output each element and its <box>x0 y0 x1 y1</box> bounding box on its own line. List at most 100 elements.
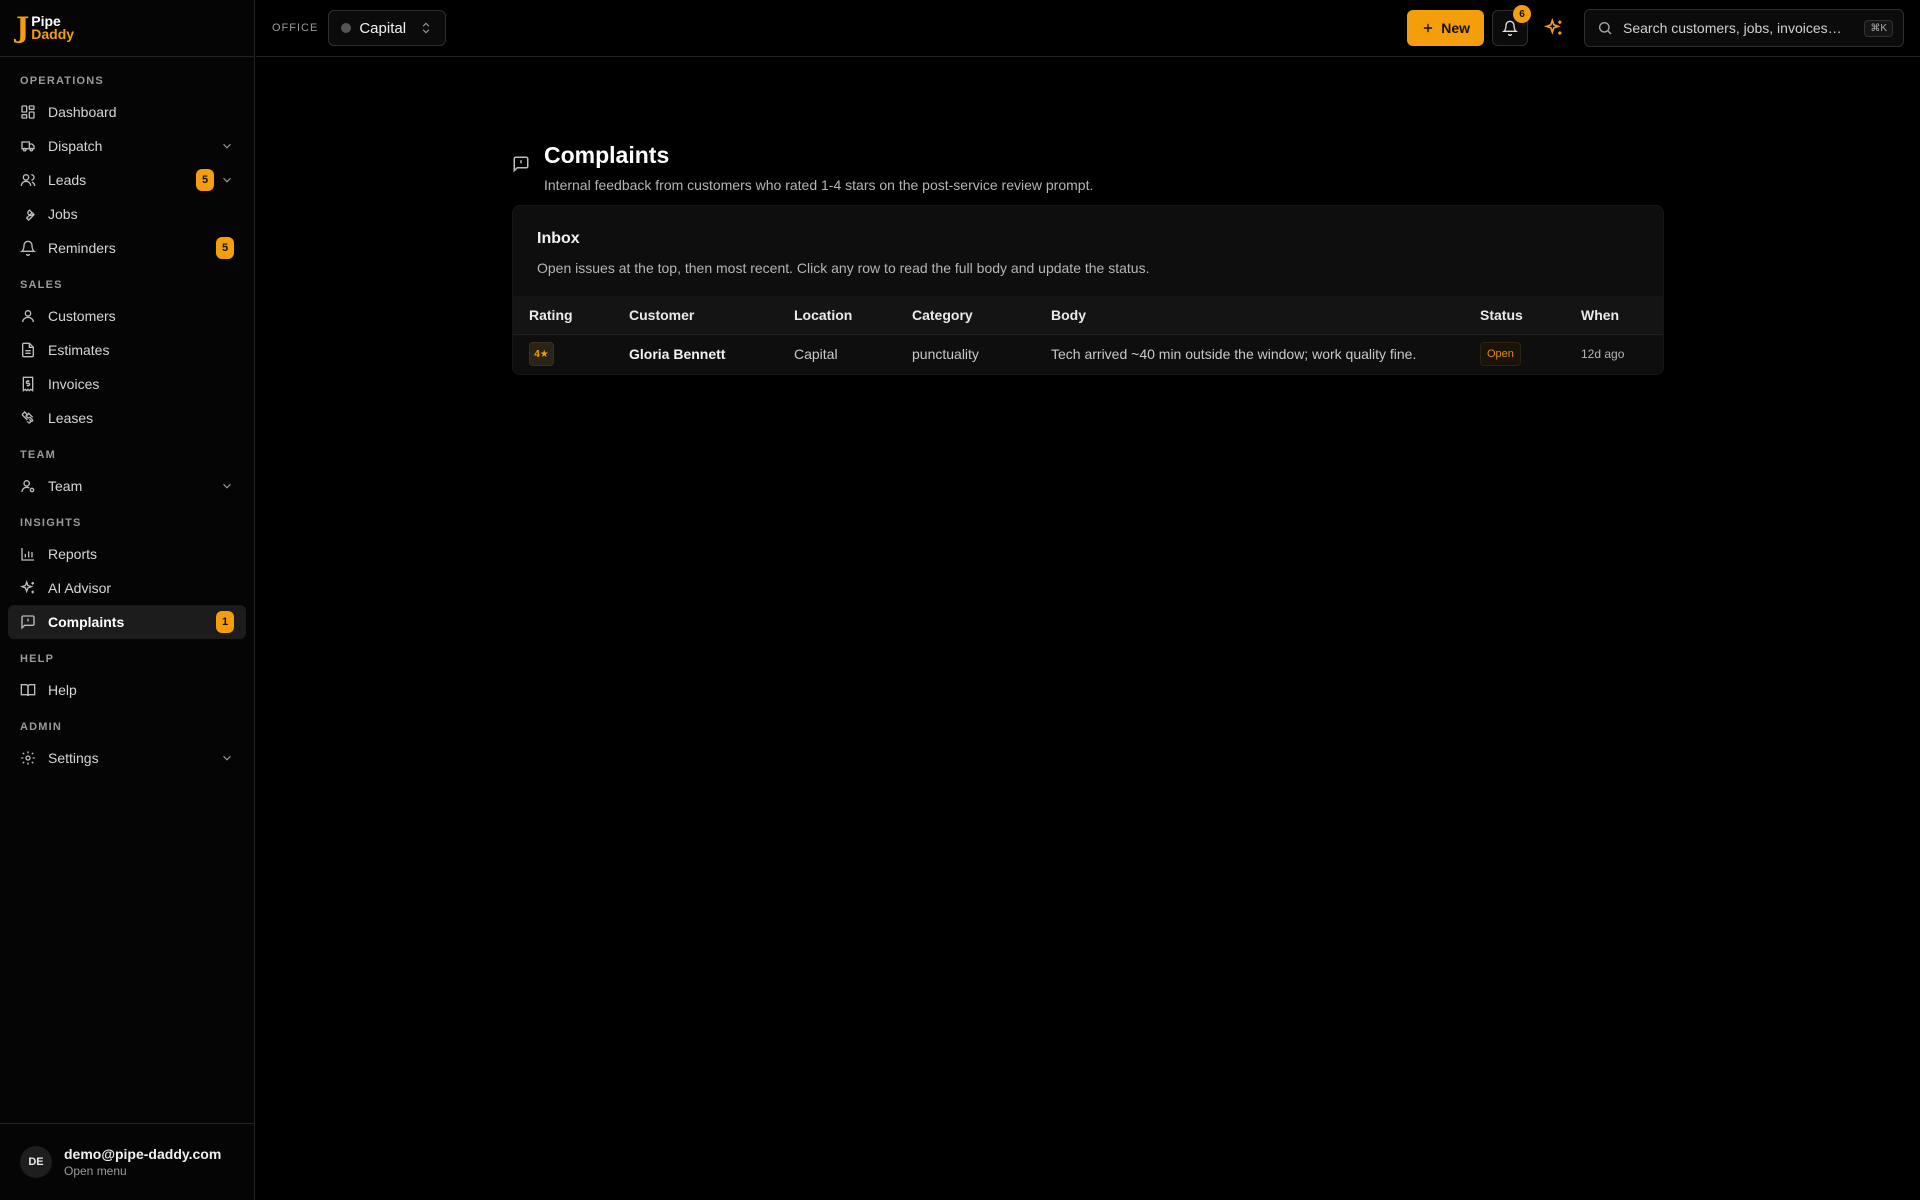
sidebar-item-label: AI Advisor <box>48 580 112 596</box>
search-icon <box>1597 20 1613 36</box>
receipt-icon <box>20 376 36 392</box>
notifications-button[interactable]: 6 <box>1492 5 1531 46</box>
sidebar-item-dashboard[interactable]: Dashboard <box>8 95 246 129</box>
inbox-title: Inbox <box>537 230 580 247</box>
sidebar-item-reports[interactable]: Reports <box>8 537 246 571</box>
sidebar-item-label: Reports <box>48 546 98 562</box>
logo-line-2: Daddy <box>31 26 75 42</box>
page-title: Complaints <box>544 142 670 168</box>
chevrons-up-down-icon <box>419 21 433 35</box>
user-icon <box>20 308 36 324</box>
category-cell: punctuality <box>912 346 979 363</box>
sidebar-item-label: Leases <box>48 410 94 426</box>
chevron-down-icon[interactable] <box>220 139 234 153</box>
sidebar-item-label: Reminders <box>48 240 116 256</box>
sidebar-item-ai-advisor[interactable]: AI Advisor <box>8 571 246 605</box>
section-title-sales: SALES <box>20 279 63 291</box>
logo-text: Pipe Daddy <box>31 14 75 42</box>
user-menu[interactable]: DE demo@pipe-daddy.com Open menu <box>0 1123 255 1200</box>
complaints-table: Rating Customer Location Category Body S… <box>513 296 1663 374</box>
user-cog-icon <box>20 478 36 494</box>
leads-count-badge: 5 <box>196 169 214 191</box>
sidebar-item-complaints[interactable]: Complaints 1 <box>8 605 246 639</box>
sidebar-item-leases[interactable]: Leases <box>8 401 246 435</box>
bar-chart-icon <box>20 546 36 562</box>
column-header-customer[interactable]: Customer <box>613 296 778 335</box>
sidebar-item-dispatch[interactable]: Dispatch <box>8 129 246 163</box>
file-text-icon <box>20 342 36 358</box>
brand-logo[interactable]: J Pipe Daddy <box>16 14 74 42</box>
sidebar-item-leads[interactable]: Leads 5 <box>8 163 246 197</box>
open-menu-label: Open menu <box>64 1164 127 1178</box>
section-title-operations: OPERATIONS <box>20 75 104 87</box>
book-icon <box>20 682 36 698</box>
inbox-description: Open issues at the top, then most recent… <box>537 260 1150 276</box>
section-title-team: TEAM <box>20 449 56 461</box>
sidebar-item-label: Help <box>48 682 77 698</box>
sidebar-item-label: Jobs <box>48 206 78 222</box>
chevron-down-icon[interactable] <box>220 173 234 187</box>
column-header-when[interactable]: When <box>1565 296 1663 335</box>
location-cell: Capital <box>794 346 838 363</box>
handshake-icon <box>20 410 36 426</box>
sidebar-item-invoices[interactable]: Invoices <box>8 367 246 401</box>
sidebar-item-settings[interactable]: Settings <box>8 741 246 775</box>
office-status-dot <box>341 23 352 33</box>
chevron-down-icon[interactable] <box>220 751 234 765</box>
new-button-label: New <box>1441 20 1470 36</box>
bell-icon <box>1502 20 1518 36</box>
dashboard-icon <box>20 104 36 120</box>
sidebar-item-help[interactable]: Help <box>8 673 246 707</box>
search-shortcut-hint: ⌘K <box>1864 19 1893 37</box>
inbox-card: Inbox Open issues at the top, then most … <box>512 205 1664 375</box>
office-value: Capital <box>359 19 407 37</box>
sidebar-item-label: Settings <box>48 750 99 766</box>
message-square-icon <box>20 614 36 630</box>
chevron-down-icon[interactable] <box>220 479 234 493</box>
sidebar-item-label: Invoices <box>48 376 100 392</box>
topbar: OFFICE Capital New 6 Search customers, j… <box>256 0 1920 57</box>
complaints-count-badge: 1 <box>216 611 234 633</box>
plus-icon <box>1421 21 1435 35</box>
table-row[interactable]: 4★ Gloria Bennett Capital punctuality Te… <box>513 334 1663 374</box>
sidebar: J Pipe Daddy OPERATIONS Dashboard Dispat… <box>0 0 255 1200</box>
sidebar-item-label: Complaints <box>48 614 125 630</box>
office-select[interactable]: Capital <box>328 10 447 46</box>
sidebar-item-team[interactable]: Team <box>8 469 246 503</box>
users-icon <box>20 172 36 188</box>
sidebar-item-customers[interactable]: Customers <box>8 299 246 333</box>
sidebar-item-label: Estimates <box>48 342 110 358</box>
reminders-count-badge: 5 <box>216 237 234 259</box>
sparkle-icon <box>20 580 36 596</box>
sidebar-item-label: Dashboard <box>48 104 117 120</box>
sidebar-item-estimates[interactable]: Estimates <box>8 333 246 367</box>
sidebar-item-label: Dispatch <box>48 138 103 154</box>
column-header-category[interactable]: Category <box>896 296 1035 335</box>
table-header-row: Rating Customer Location Category Body S… <box>513 296 1663 335</box>
avatar: DE <box>20 1146 52 1178</box>
logo-bar: J Pipe Daddy <box>0 0 254 57</box>
column-header-body[interactable]: Body <box>1035 296 1464 335</box>
column-header-status[interactable]: Status <box>1464 296 1565 335</box>
ai-assistant-button[interactable] <box>1536 10 1572 46</box>
section-title-insights: INSIGHTS <box>20 517 82 529</box>
sidebar-item-reminders[interactable]: Reminders 5 <box>8 231 246 265</box>
customer-cell: Gloria Bennett <box>629 346 726 363</box>
search-placeholder: Search customers, jobs, invoices… <box>1623 20 1842 36</box>
sidebar-item-jobs[interactable]: Jobs <box>8 197 246 231</box>
page-subtitle: Internal feedback from customers who rat… <box>544 177 1094 193</box>
global-search-input[interactable]: Search customers, jobs, invoices… ⌘K <box>1584 9 1904 47</box>
sidebar-item-label: Leads <box>48 172 87 188</box>
sidebar-nav: OPERATIONS Dashboard Dispatch Leads 5 Jo… <box>0 57 254 775</box>
sidebar-item-label: Team <box>48 478 83 494</box>
app-root: J Pipe Daddy OPERATIONS Dashboard Dispat… <box>0 0 1920 1200</box>
column-header-location[interactable]: Location <box>778 296 896 335</box>
wrench-icon <box>20 206 36 222</box>
section-title-admin: ADMIN <box>20 721 63 733</box>
new-button[interactable]: New <box>1407 10 1484 46</box>
column-header-rating[interactable]: Rating <box>513 296 613 335</box>
status-badge: Open <box>1480 342 1521 367</box>
truck-icon <box>20 138 36 154</box>
logo-mark: J <box>16 11 30 44</box>
page-header: Complaints Internal feedback from custom… <box>512 141 1093 193</box>
